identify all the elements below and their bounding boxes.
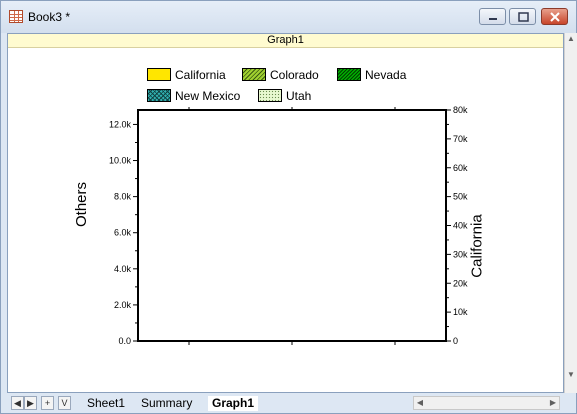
right-axis-tick-label: 80k xyxy=(453,105,468,115)
scroll-up-icon[interactable]: ▲ xyxy=(565,33,577,45)
left-axis-tick-label: 2.0k xyxy=(114,300,132,310)
minimize-button[interactable] xyxy=(479,8,506,25)
restore-icon xyxy=(518,12,529,22)
sheet-tab-bar: ◀ ▶ + V Sheet1 Summary Graph1 ◀ ▶ xyxy=(7,393,576,413)
left-axis-tick-label: 4.0k xyxy=(114,264,132,274)
plot-area[interactable]: 0.0 2.0k 4.0k 6.0k 8.0k 10.0k 12.0k 0 10k 20k 30k 4… xyxy=(8,34,563,392)
horizontal-scrollbar[interactable]: ◀ ▶ xyxy=(413,396,560,410)
scroll-down-icon[interactable]: ▼ xyxy=(565,369,577,381)
prev-sheet-button[interactable]: ◀ xyxy=(11,396,24,410)
scroll-right-icon[interactable]: ▶ xyxy=(547,397,559,409)
minimize-icon xyxy=(489,18,497,20)
tab-summary[interactable]: Summary xyxy=(141,396,192,411)
add-sheet-button[interactable]: + xyxy=(41,396,54,410)
tab-sheet1[interactable]: Sheet1 xyxy=(87,396,125,411)
left-axis-tick-label: 6.0k xyxy=(114,228,132,238)
right-axis-tick-label: 70k xyxy=(453,134,468,144)
left-axis-tick-label: 10.0k xyxy=(109,156,132,166)
restore-button[interactable] xyxy=(509,8,536,25)
right-axis-tick-label: 50k xyxy=(453,192,468,202)
scroll-left-icon[interactable]: ◀ xyxy=(414,397,426,409)
workbook-icon xyxy=(9,10,23,23)
right-axis-tick-label: 10k xyxy=(453,307,468,317)
close-icon xyxy=(550,12,560,22)
tab-graph1[interactable]: Graph1 xyxy=(208,396,259,411)
vertical-scrollbar[interactable]: ▲ ▼ xyxy=(564,33,577,393)
sheet-list-button[interactable]: V xyxy=(58,396,71,410)
graph-page: Graph1 California Colorado Nevada New Mexic… xyxy=(7,33,564,393)
window-title: Book3 * xyxy=(28,10,71,24)
right-axis-tick-label: 30k xyxy=(453,249,468,259)
close-button[interactable] xyxy=(541,8,568,25)
right-axis-tick-label: 20k xyxy=(453,278,468,288)
right-axis-tick-label: 60k xyxy=(453,163,468,173)
right-axis-tick-label: 0 xyxy=(453,336,458,346)
left-axis-tick-label: 0.0 xyxy=(118,336,131,346)
workbook-window: Book3 * Graph1 California Colorado Nevada N… xyxy=(0,0,577,414)
next-sheet-button[interactable]: ▶ xyxy=(24,396,37,410)
left-axis-tick-label: 8.0k xyxy=(114,192,132,202)
plot-frame xyxy=(137,109,447,342)
title-bar[interactable]: Book3 * xyxy=(1,1,576,33)
right-axis-tick-label: 40k xyxy=(453,221,468,231)
left-axis-tick-label: 12.0k xyxy=(109,119,132,129)
